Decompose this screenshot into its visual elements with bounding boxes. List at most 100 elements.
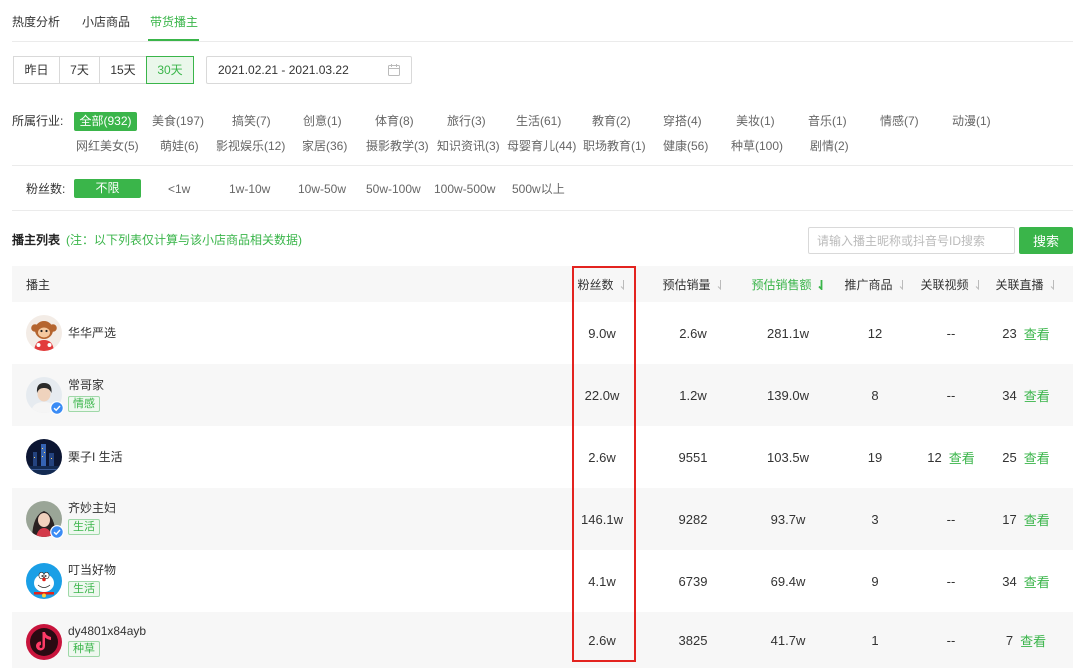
industry-option[interactable]: 家居(36) [302, 137, 347, 155]
table-row[interactable]: 栗子I 生活 2.6w 9551 103.5w 19 12 查看 25 查看 [12, 426, 1073, 488]
view-live-link[interactable]: 查看 [1024, 572, 1050, 591]
sort-down-arrow-icon [975, 279, 979, 290]
view-live-link[interactable]: 查看 [1024, 324, 1050, 343]
related-videos-count: 12 [927, 449, 942, 465]
fans-count: 2.6w [588, 449, 616, 465]
tab-shop-products[interactable]: 小店商品 [82, 14, 130, 30]
header-videos-label: 关联视频 [920, 277, 969, 292]
promoted-products: 1 [871, 632, 879, 648]
streamer-name[interactable]: 栗子I 生活 [68, 449, 123, 465]
related-live-cell: 34 查看 [990, 364, 1062, 426]
avatar[interactable] [26, 315, 62, 351]
fans-option[interactable]: 1w-10w [229, 180, 270, 198]
view-videos-link[interactable]: 查看 [949, 448, 975, 467]
view-live-link[interactable]: 查看 [1024, 386, 1050, 405]
date-range-picker[interactable]: 2021.02.21 - 2021.03.22 [206, 56, 412, 84]
fans-option[interactable]: 100w-500w [434, 180, 495, 198]
estimated-sales: 1.2w [679, 387, 707, 403]
date-btn-30d[interactable]: 30天 [146, 56, 194, 84]
industry-option[interactable]: 萌娃(6) [160, 137, 199, 155]
view-live-link[interactable]: 查看 [1024, 510, 1050, 529]
estimated-revenue: 41.7w [770, 632, 806, 648]
streamer-name[interactable]: dy4801x84ayb [68, 623, 146, 639]
related-live-count: 25 [1002, 449, 1017, 465]
avatar-image [26, 563, 62, 599]
header-sales[interactable]: 预估销量 [645, 266, 741, 302]
avatar[interactable] [26, 501, 64, 539]
estimated-revenue: 103.5w [767, 449, 809, 465]
industry-option[interactable]: 知识资讯(3) [437, 137, 500, 155]
industry-option[interactable]: 穿搭(4) [663, 112, 702, 130]
sort-down-arrow-icon [620, 279, 624, 290]
tab-streamers[interactable]: 带货播主 [150, 14, 198, 30]
industry-option[interactable]: 健康(56) [663, 137, 708, 155]
search-input[interactable] [808, 227, 1015, 254]
industry-option[interactable]: 种草(100) [731, 137, 783, 155]
industry-option-all[interactable]: 全部(932) [74, 112, 137, 131]
fans-option-unlimited[interactable]: 不限 [74, 179, 141, 198]
fans-count: 2.6w [588, 632, 616, 648]
related-live-cell: 7 查看 [990, 612, 1062, 668]
industry-option[interactable]: 音乐(1) [808, 112, 847, 130]
industry-option[interactable]: 动漫(1) [952, 112, 991, 130]
header-sales-label: 预估销量 [662, 277, 711, 292]
sort-down-arrow-icon [717, 279, 721, 290]
streamer-name[interactable]: 华华严选 [68, 325, 116, 341]
industry-option[interactable]: 创意(1) [303, 112, 342, 130]
search-button[interactable]: 搜索 [1019, 227, 1073, 254]
header-revenue[interactable]: 预估销售额 [741, 266, 835, 302]
header-fans[interactable]: 粉丝数 [568, 266, 636, 302]
table-row[interactable]: 常哥家 情感 22.0w 1.2w 139.0w 8 -- 34 查看 [12, 364, 1073, 426]
header-products[interactable]: 推广商品 [835, 266, 915, 302]
avatar[interactable] [26, 624, 62, 660]
streamer-name[interactable]: 常哥家 [68, 377, 104, 393]
streamer-name[interactable]: 齐妙主妇 [68, 500, 116, 516]
view-live-link[interactable]: 查看 [1024, 448, 1050, 467]
fans-option[interactable]: 50w-100w [366, 180, 421, 198]
industry-option[interactable]: 生活(61) [516, 112, 561, 130]
date-range-value: 2021.02.21 - 2021.03.22 [218, 63, 349, 77]
fans-option[interactable]: 500w以上 [512, 180, 565, 198]
avatar[interactable] [26, 377, 64, 415]
industry-option[interactable]: 摄影教学(3) [366, 137, 429, 155]
calendar-icon [388, 64, 400, 76]
estimated-revenue: 93.7w [770, 511, 806, 527]
streamer-name[interactable]: 叮当好物 [68, 562, 116, 578]
list-note: (注：以下列表仅计算与该小店商品相关数据) [66, 233, 302, 247]
table-row[interactable]: dy4801x84ayb 种草 2.6w 3825 41.7w 1 -- 7 查… [12, 612, 1073, 668]
industry-option[interactable]: 旅行(3) [447, 112, 486, 130]
table-row[interactable]: 叮当好物 生活 4.1w 6739 69.4w 9 -- 34 查看 [12, 550, 1073, 612]
industry-option[interactable]: 搞笑(7) [232, 112, 271, 130]
category-tag: 生活 [68, 519, 100, 535]
date-btn-yesterday[interactable]: 昨日 [13, 56, 60, 84]
date-btn-7d[interactable]: 7天 [59, 56, 100, 84]
view-live-link[interactable]: 查看 [1020, 631, 1046, 650]
industry-option[interactable]: 教育(2) [592, 112, 631, 130]
tab-heat-analysis[interactable]: 热度分析 [12, 14, 60, 30]
table-row[interactable]: 齐妙主妇 生活 146.1w 9282 93.7w 3 -- 17 查看 [12, 488, 1073, 550]
related-videos: -- [946, 511, 956, 527]
industry-option[interactable]: 美食(197) [152, 112, 204, 130]
date-btn-15d[interactable]: 15天 [99, 56, 147, 84]
industry-option[interactable]: 剧情(2) [810, 137, 849, 155]
industry-option[interactable]: 情感(7) [880, 112, 919, 130]
sort-down-arrow-icon [899, 279, 903, 290]
header-videos[interactable]: 关联视频 [912, 266, 990, 302]
related-live-cell: 23 查看 [990, 302, 1062, 364]
industry-option[interactable]: 网红美女(5) [76, 137, 139, 155]
table-row[interactable]: 华华严选 9.0w 2.6w 281.1w 12 -- 23 查看 [12, 302, 1073, 364]
promoted-products: 19 [867, 449, 883, 465]
industry-option[interactable]: 体育(8) [375, 112, 414, 130]
estimated-sales: 2.6w [679, 325, 707, 341]
avatar[interactable] [26, 563, 62, 599]
fans-option[interactable]: 10w-50w [298, 180, 346, 198]
fans-count: 9.0w [588, 325, 616, 341]
industry-option[interactable]: 影视娱乐(12) [216, 137, 285, 155]
promoted-products: 3 [871, 511, 879, 527]
industry-option[interactable]: 母婴育儿(44) [507, 137, 576, 155]
industry-option[interactable]: 职场教育(1) [583, 137, 646, 155]
fans-option[interactable]: <1w [168, 180, 190, 198]
avatar[interactable] [26, 439, 62, 475]
industry-option[interactable]: 美妆(1) [736, 112, 775, 130]
header-live[interactable]: 关联直播 [990, 266, 1062, 302]
